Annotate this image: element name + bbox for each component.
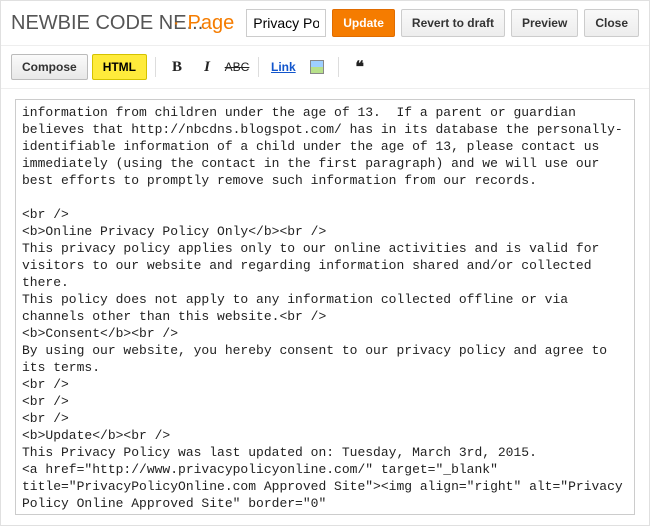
- editor-toolbar: Compose HTML B I ABC Link ❝: [1, 46, 649, 89]
- separator-dot: ·: [173, 12, 180, 35]
- compose-tab[interactable]: Compose: [11, 54, 88, 80]
- update-button[interactable]: Update: [332, 9, 395, 37]
- revert-button[interactable]: Revert to draft: [401, 9, 505, 37]
- toolbar-separator: [338, 57, 339, 77]
- toolbar-separator: [155, 57, 156, 77]
- html-tab[interactable]: HTML: [92, 54, 147, 80]
- strikethrough-icon[interactable]: ABC: [224, 54, 250, 80]
- close-button[interactable]: Close: [584, 9, 639, 37]
- preview-button[interactable]: Preview: [511, 9, 578, 37]
- bold-icon[interactable]: B: [164, 54, 190, 80]
- header-bar: NEWBIE CODE NE... · Page Update Revert t…: [1, 1, 649, 46]
- blog-title: NEWBIE CODE NE...: [11, 12, 161, 35]
- image-icon[interactable]: [304, 54, 330, 80]
- italic-icon[interactable]: I: [194, 54, 220, 80]
- link-button[interactable]: Link: [267, 54, 300, 80]
- quote-icon[interactable]: ❝: [347, 54, 373, 80]
- toolbar-separator: [258, 57, 259, 77]
- html-editor-textarea[interactable]: [15, 99, 635, 515]
- page-type-label: Page: [188, 12, 235, 35]
- editor-container: [1, 89, 649, 525]
- page-title-input[interactable]: [246, 9, 326, 37]
